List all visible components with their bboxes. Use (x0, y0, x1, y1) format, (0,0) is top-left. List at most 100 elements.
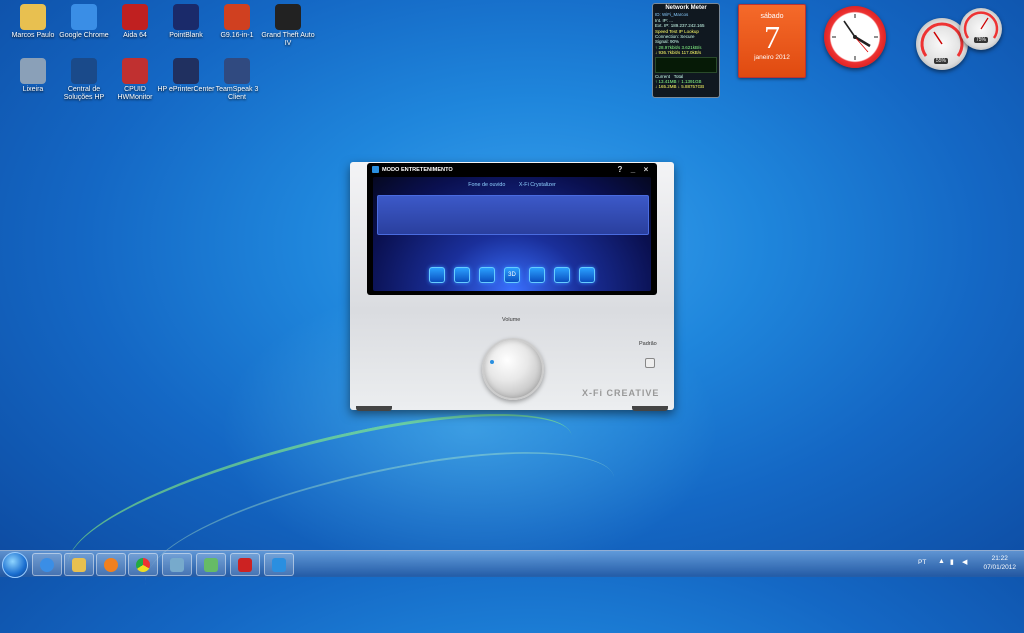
total-label: Total (673, 73, 684, 79)
users-icon (204, 557, 218, 572)
display-panel: Fone de ouvido X-Fi Crystalizer 3D (373, 177, 651, 291)
taskbar-explorer[interactable] (64, 553, 94, 576)
desktop-icon-label: Grand Theft Auto IV (261, 32, 315, 47)
desktop-icon[interactable]: HP ePrinterCenter (157, 58, 215, 94)
desktop-icon[interactable]: Aida 64 (106, 4, 164, 40)
down-current: 165.2MB (658, 84, 677, 90)
network-meter-title: Network Meter (665, 5, 707, 11)
language-indicator[interactable]: PT (918, 559, 926, 566)
teamspeak-icon (224, 58, 250, 84)
volume-knob[interactable] (482, 338, 544, 400)
speaker-icon[interactable] (429, 267, 445, 283)
aida64-icon (122, 4, 148, 30)
tray-arrow-icon[interactable]: ▲ (938, 558, 945, 565)
taskbar-media-player[interactable] (96, 553, 126, 576)
game-icon (238, 557, 252, 572)
close-button[interactable]: × (641, 165, 651, 175)
network-meter-line: ↓ 936.7kbit/s 117.0kB/s (655, 50, 702, 56)
desktop-icon-label: Marcos Paulo (11, 32, 55, 39)
crystalizer-icon[interactable] (529, 267, 545, 283)
taskbar-network[interactable] (162, 553, 192, 576)
up-total: 1.1391GB (681, 79, 702, 85)
desktop-icon-label: Central de Soluções HP (63, 86, 105, 101)
explorer-icon (72, 557, 86, 572)
taskbar-ie[interactable] (32, 553, 62, 576)
desktop-icon[interactable]: G9.16-in-1 (208, 4, 266, 40)
recycle-bin-icon (20, 58, 46, 84)
default-label: Padrão (639, 341, 657, 347)
desktop-icon-label: TeamSpeak 3 Client (215, 86, 259, 101)
desktop-icon-label: Google Chrome (59, 32, 109, 39)
volume-tray-icon[interactable]: ◀ (962, 558, 967, 566)
current-label: Current (655, 73, 671, 79)
window-foot (356, 406, 392, 411)
desktop-icon-label: Lixeira (22, 86, 44, 93)
start-button[interactable] (2, 552, 28, 578)
ram-gauge[interactable]: 75% (960, 8, 1002, 50)
clock-gadget[interactable] (824, 6, 886, 68)
desktop-icon-label: PointBlank (169, 32, 203, 39)
pointblank-icon (173, 4, 199, 30)
media-player-icon (104, 557, 118, 572)
taskbar: PT ▲ ▮ ◀ 21:22 07/01/2012 (0, 550, 1024, 578)
feature-buttons: 3D (373, 267, 651, 283)
desktop-icon[interactable]: CPUID HWMonitor (106, 58, 164, 102)
hp-icon (71, 58, 97, 84)
calendar-month: janeiro 2012 (754, 54, 790, 61)
desktop-icon[interactable]: Google Chrome (55, 4, 113, 40)
help-button[interactable]: ? (615, 165, 625, 175)
network-graph (655, 56, 717, 73)
folder-icon (20, 4, 46, 30)
ie-icon (40, 557, 54, 572)
creative-icon (272, 557, 286, 572)
chrome-icon (136, 557, 150, 572)
clock-face-icon (832, 14, 878, 60)
3d-icon[interactable]: 3D (504, 267, 520, 283)
up-current: 13.41MB (658, 79, 677, 85)
calendar-day: 7 (764, 19, 780, 55)
eq-icon[interactable] (479, 267, 495, 283)
desktop-icon[interactable]: TeamSpeak 3 Client (208, 58, 266, 102)
minimize-button[interactable]: _ (628, 165, 638, 175)
grid-icon[interactable] (554, 267, 570, 283)
network-meter-gadget[interactable]: Network Meter ID: WiFi_Marcos Int. IP: .… (652, 3, 720, 98)
calendar-gadget[interactable]: sábado 7 janeiro 2012 (738, 4, 806, 78)
creative-logo: X-Fi CREATIVE (582, 388, 660, 398)
volume-label: Volume (502, 317, 521, 323)
mixer-icon[interactable] (579, 267, 595, 283)
chrome-icon (71, 4, 97, 30)
title-bar[interactable]: MODO ENTRETENIMENTO ? _ × (367, 163, 657, 177)
creative-window: MODO ENTRETENIMENTO ? _ × Fone de ouvido… (350, 162, 674, 412)
tab-crystalizer[interactable]: X-Fi Crystalizer (519, 182, 556, 188)
lcd-display (377, 195, 649, 235)
taskbar-users[interactable] (196, 553, 226, 576)
network-icon (170, 557, 184, 572)
taskbar-game[interactable] (230, 553, 260, 576)
clock-date: 07/01/2012 (983, 564, 1016, 571)
tab-headphones[interactable]: Fone de ouvido (468, 182, 505, 188)
gta4-icon (275, 4, 301, 30)
clock-time: 21:22 (991, 555, 1008, 562)
taskbar-clock[interactable]: 21:22 07/01/2012 (983, 554, 1016, 572)
down-total: 5.88757GB (681, 84, 705, 90)
gauge-needle-icon (963, 11, 999, 39)
taskbar-creative[interactable] (264, 553, 294, 576)
default-button[interactable] (645, 358, 655, 368)
cpu-value: 55% (934, 58, 949, 64)
taskbar-chrome[interactable] (128, 553, 158, 576)
desktop-icon[interactable]: PointBlank (157, 4, 215, 40)
desktop-icon-label: HP ePrinterCenter (157, 86, 215, 93)
app-icon (372, 166, 379, 173)
desktop-icon-label: G9.16-in-1 (220, 32, 254, 39)
g9-icon (224, 4, 250, 30)
desktop-icon[interactable]: Grand Theft Auto IV (259, 4, 317, 48)
printer-icon (173, 58, 199, 84)
desktop-icon[interactable]: Central de Soluções HP (55, 58, 113, 102)
window-screen: MODO ENTRETENIMENTO ? _ × Fone de ouvido… (367, 163, 657, 295)
headphone-icon[interactable] (454, 267, 470, 283)
network-tray-icon[interactable]: ▮ (950, 558, 954, 566)
desktop-icon-label: CPUID HWMonitor (117, 86, 153, 101)
desktop-icon[interactable]: Lixeira (4, 58, 62, 94)
desktop-icon[interactable]: Marcos Paulo (4, 4, 62, 40)
window-title: MODO ENTRETENIMENTO (382, 167, 453, 173)
